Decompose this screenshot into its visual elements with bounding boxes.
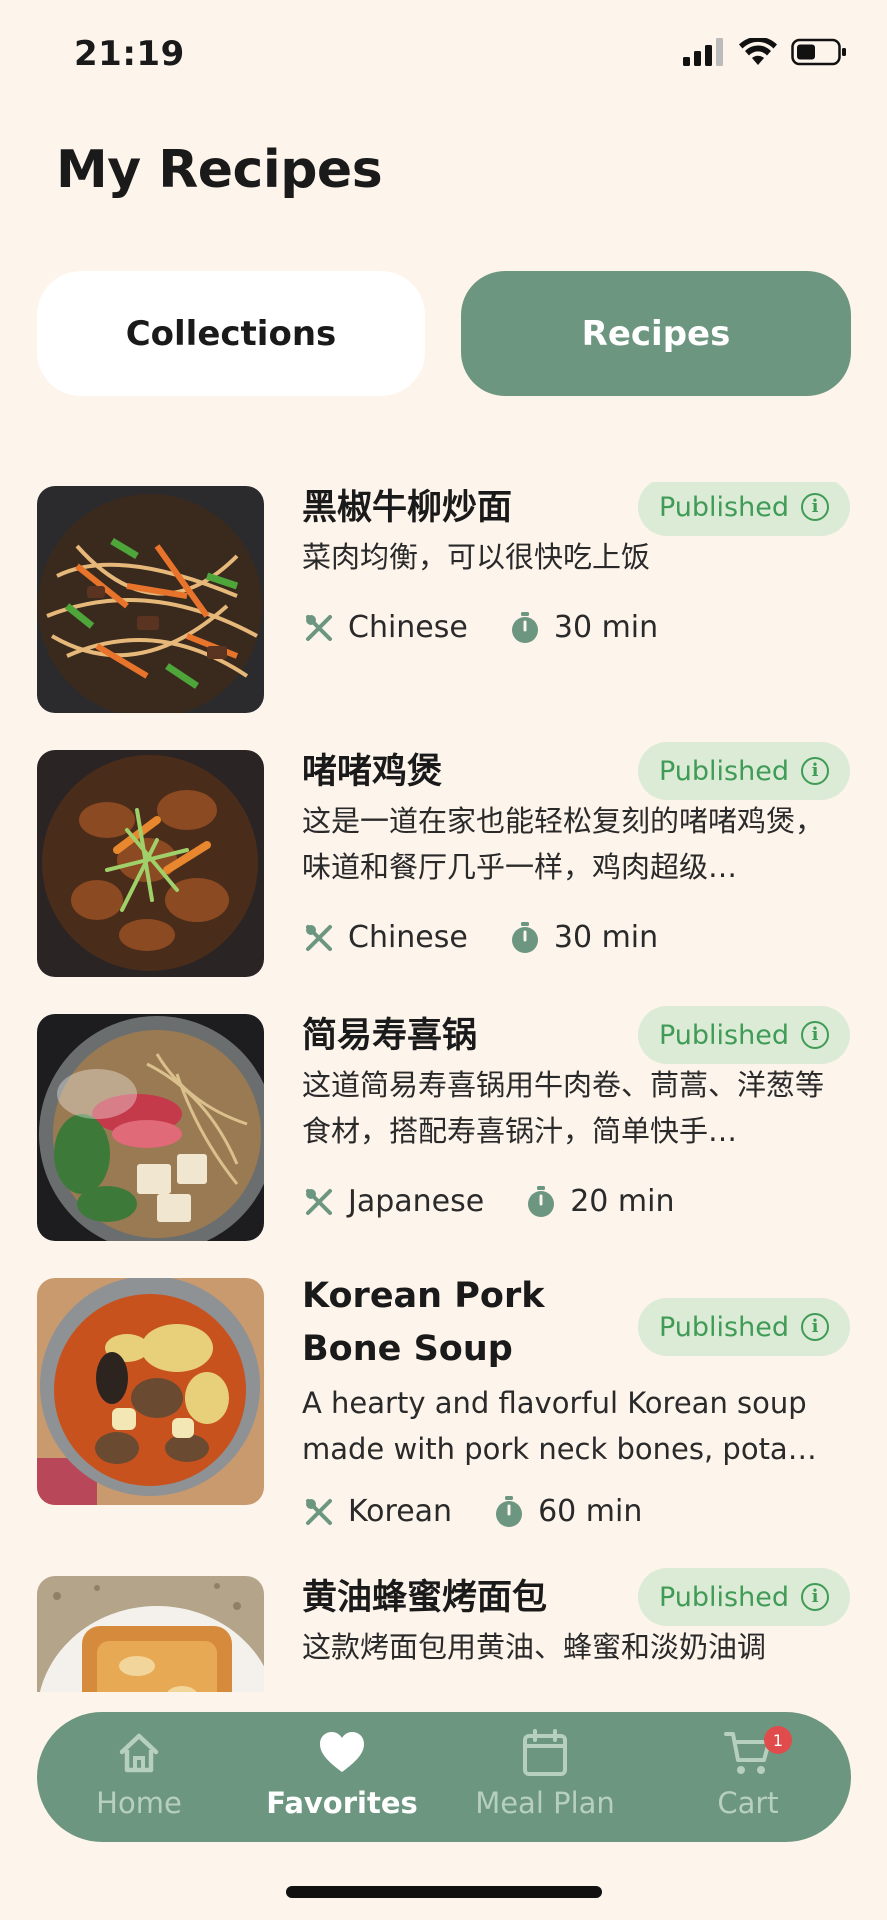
timer-icon <box>524 1185 558 1219</box>
page-title: My Recipes <box>56 140 383 200</box>
recipe-photo-image <box>37 750 264 977</box>
recipe-time: 30 min <box>553 920 659 955</box>
recipe-title: 黄油蜂蜜烤面包 <box>302 1578 548 1618</box>
utensils-icon <box>302 1495 336 1529</box>
status-icons <box>683 38 847 66</box>
recipe-time: 60 min <box>538 1494 643 1529</box>
recipe-title: 简易寿喜锅 <box>302 1016 478 1056</box>
recipe-title: Korean Pork Bone Soup <box>302 1276 545 1369</box>
status-badge[interactable]: Published i <box>638 742 850 800</box>
tab-recipes-label: Recipes <box>581 313 731 354</box>
info-icon: i <box>801 757 829 785</box>
status-badge-label: Published <box>659 491 789 523</box>
recipe-description: 这道简易寿喜锅用牛肉卷、茼蒿、洋葱等食材，搭配寿喜锅汁，简单快手… <box>302 1068 825 1148</box>
nav-home[interactable]: Home <box>39 1712 239 1842</box>
recipe-cuisine: Chinese <box>348 920 468 955</box>
recipe-description: 菜肉均衡，可以很快吃上饭 <box>302 540 651 574</box>
info-icon: i <box>801 493 829 521</box>
nav-meal-plan-label: Meal Plan <box>475 1786 615 1820</box>
calendar-icon <box>523 1729 567 1776</box>
home-icon <box>119 1733 159 1773</box>
recipe-thumbnail <box>37 1014 264 1241</box>
status-badge-label: Published <box>659 1311 789 1343</box>
info-icon: i <box>801 1021 829 1049</box>
home-indicator[interactable] <box>286 1886 602 1898</box>
timer-icon <box>508 921 542 955</box>
nav-cart[interactable]: 1 Cart <box>648 1712 848 1842</box>
recipe-photo-image <box>37 486 264 713</box>
cart-count-badge: 1 <box>764 1726 792 1754</box>
status-time: 21:19 <box>74 34 185 74</box>
bottom-nav: Home Favorites Meal Plan 1 Cart <box>37 1712 851 1842</box>
status-badge-label: Published <box>659 755 789 787</box>
info-icon: i <box>801 1583 829 1611</box>
recipe-meta: Chinese 30 min <box>302 920 658 955</box>
status-badge-label: Published <box>659 1581 789 1613</box>
utensils-icon <box>302 921 336 955</box>
wifi-icon <box>739 38 777 65</box>
status-badge[interactable]: Published i <box>638 1298 850 1356</box>
recipe-title: 黑椒牛柳炒面 <box>302 488 513 528</box>
info-icon: i <box>801 1313 829 1341</box>
recipe-description: 这是一道在家也能轻松复刻的啫啫鸡煲，味道和餐厅几乎一样，鸡肉超级… <box>302 804 825 884</box>
tab-collections[interactable]: Collections <box>37 271 425 396</box>
recipe-thumbnail <box>37 750 264 977</box>
status-badge[interactable]: Published i <box>638 1006 850 1064</box>
recipe-photo-image <box>37 1278 264 1505</box>
nav-meal-plan[interactable]: Meal Plan <box>445 1712 645 1842</box>
recipe-description: 这款烤面包用黄油、蜂蜜和淡奶油调 <box>302 1630 767 1664</box>
tab-recipes[interactable]: Recipes <box>461 271 851 396</box>
recipe-thumbnail <box>37 1576 264 1692</box>
recipe-meta: Japanese 20 min <box>302 1184 675 1219</box>
status-badge-label: Published <box>659 1019 789 1051</box>
recipe-time: 30 min <box>553 610 659 645</box>
cellular-signal-icon <box>683 38 723 66</box>
timer-icon <box>492 1495 526 1529</box>
status-badge[interactable]: Published i <box>638 1568 850 1626</box>
recipe-meta: Chinese 30 min <box>302 610 658 645</box>
status-badge[interactable]: Published i <box>638 482 850 536</box>
nav-favorites-label: Favorites <box>266 1786 418 1820</box>
heart-icon <box>320 1732 364 1772</box>
recipe-meta: Korean 60 min <box>302 1494 642 1529</box>
recipe-cuisine: Chinese <box>348 610 468 645</box>
recipe-photo-image <box>37 1576 264 1692</box>
nav-favorites[interactable]: Favorites <box>242 1712 442 1842</box>
recipe-cuisine: Korean <box>348 1494 453 1529</box>
timer-icon <box>508 611 542 645</box>
recipe-list[interactable]: 黑椒牛柳炒面 Published i 菜肉均衡，可以很快吃上饭 Chinese … <box>0 482 887 1692</box>
recipe-thumbnail <box>37 486 264 713</box>
nav-cart-label: Cart <box>717 1786 779 1820</box>
screen: 21:19 My Recipes Collections Recipes 黑椒牛… <box>0 0 887 1920</box>
recipe-cuisine: Japanese <box>348 1184 485 1219</box>
recipe-thumbnail <box>37 1278 264 1505</box>
recipe-description: A hearty and flavorful Korean soup made … <box>302 1386 817 1466</box>
utensils-icon <box>302 1185 336 1219</box>
utensils-icon <box>302 611 336 645</box>
battery-icon <box>791 38 846 66</box>
recipe-title: 啫啫鸡煲 <box>302 752 443 792</box>
recipe-photo-image <box>37 1014 264 1241</box>
nav-home-label: Home <box>96 1786 182 1820</box>
tab-collections-label: Collections <box>125 313 337 354</box>
recipe-time: 20 min <box>570 1184 675 1219</box>
